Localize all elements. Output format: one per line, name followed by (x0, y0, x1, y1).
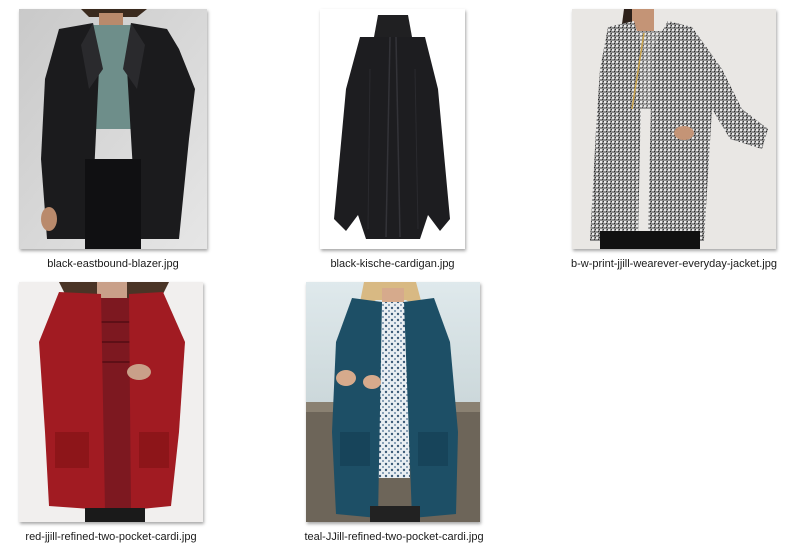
thumbnail-image (320, 9, 465, 249)
thumbnail-image (19, 9, 207, 249)
file-name-label: teal-JJill-refined-two-pocket-cardi.jpg (304, 531, 484, 543)
file-name-label: black-kische-cardigan.jpg (330, 258, 455, 270)
file-name-label: red-jjill-refined-two-pocket-cardi.jpg (25, 531, 197, 543)
thumbnail-image (306, 282, 480, 522)
thumbnail-image (19, 282, 203, 522)
file-name-label: black-eastbound-blazer.jpg (47, 258, 179, 270)
file-explorer-icon-view: { "files": [ {"name": "black-eastbound-b… (0, 0, 800, 547)
file-name-label: b-w-print-jjill-wearever-everyday-jacket… (570, 258, 777, 270)
thumbnail-image (572, 9, 776, 249)
